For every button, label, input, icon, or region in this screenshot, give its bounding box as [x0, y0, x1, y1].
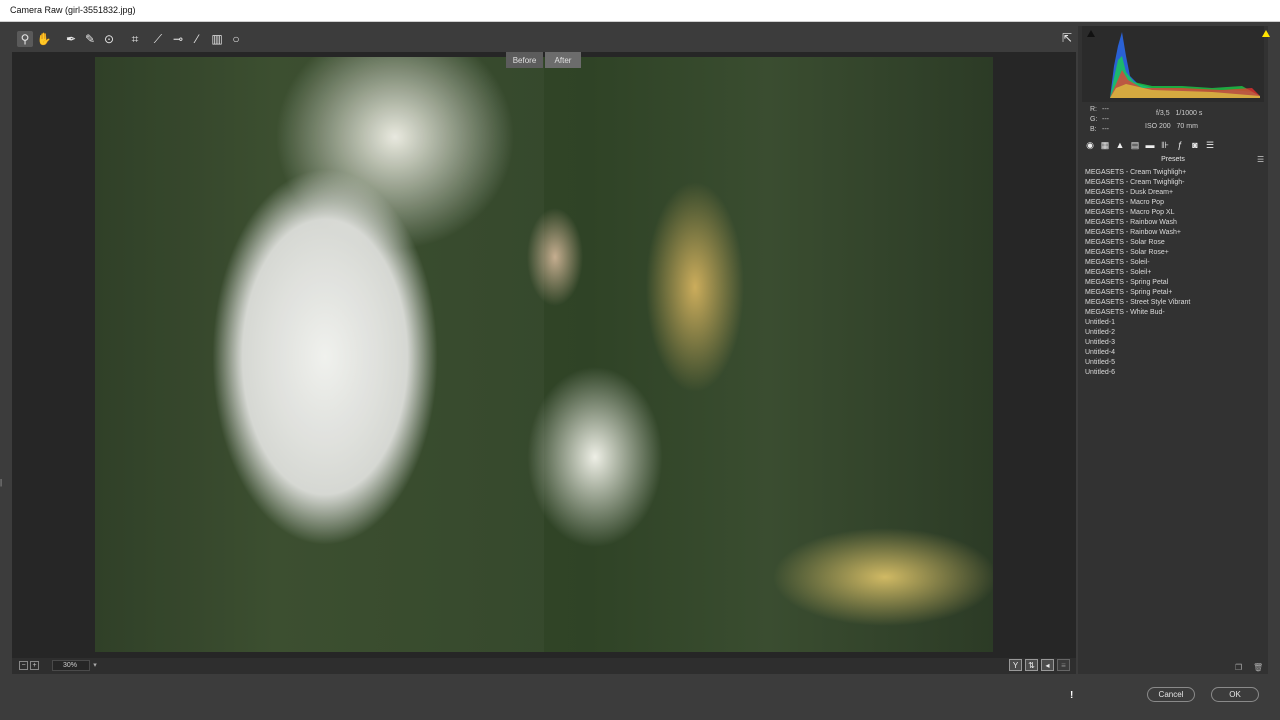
export-icon[interactable]: ⇱ — [1059, 30, 1075, 46]
r-label: R: — [1090, 106, 1097, 113]
g-label: G: — [1090, 116, 1098, 123]
exif-row-2: ISO 200 70 mm — [1145, 123, 1198, 130]
focal-value: 70 mm — [1176, 123, 1198, 130]
preset-item[interactable]: Untitled-3 — [1085, 338, 1265, 348]
warning-icon[interactable]: ! — [1070, 690, 1073, 701]
histogram-graph — [1110, 32, 1260, 98]
preset-item[interactable]: Untitled-6 — [1085, 368, 1265, 378]
split-toning-icon[interactable]: ▬ — [1144, 139, 1156, 151]
eyedropper-icon[interactable]: ✒ — [63, 31, 79, 47]
aperture-icon[interactable]: ◉ — [1084, 139, 1096, 151]
before-after-toggle-button[interactable]: Y — [1009, 659, 1022, 671]
panel-tabs: ◉ ▦ ▲ ▤ ▬ ⊪ ƒ ◙ ☰ — [1084, 139, 1216, 153]
preset-item[interactable]: MEGASETS - Macro Pop XL — [1085, 208, 1265, 218]
preset-item[interactable]: MEGASETS - Solar Rose+ — [1085, 248, 1265, 258]
preset-item[interactable]: MEGASETS - Solar Rose — [1085, 238, 1265, 248]
presets-icon[interactable]: ☰ — [1204, 139, 1216, 151]
detail-icon[interactable]: ▲ — [1114, 139, 1126, 151]
preset-item[interactable]: Untitled-2 — [1085, 328, 1265, 338]
preset-item[interactable]: MEGASETS - Spring Petal — [1085, 278, 1265, 288]
brush-icon[interactable]: ⁄ — [189, 31, 205, 47]
preset-item[interactable]: MEGASETS - White Bud- — [1085, 308, 1265, 318]
radial-filter-icon[interactable]: ○ — [228, 31, 244, 47]
r-value: --- — [1102, 106, 1109, 113]
right-panel: R: --- G: --- B: --- f/3,5 1/1000 s ISO 200… — [1078, 26, 1270, 674]
zoom-in-button[interactable]: + — [30, 661, 39, 670]
crop-icon[interactable]: ⌗ — [127, 31, 143, 47]
hand-icon[interactable]: ✋ — [36, 31, 52, 47]
preset-item[interactable]: Untitled-4 — [1085, 348, 1265, 358]
g-value: --- — [1102, 116, 1109, 123]
preset-item[interactable]: MEGASETS - Rainbow Wash — [1085, 218, 1265, 228]
toolbar: ⇱ ⚲ ✋ ✒ ✎ ⊙ ⌗ ⟋ ⊸ ⁄ ▥ ○ — [12, 28, 1076, 50]
preset-item[interactable]: MEGASETS - Soleil- — [1085, 258, 1265, 268]
rgb-readout: R: --- G: --- B: --- — [1090, 105, 1114, 135]
target-adjust-icon[interactable]: ⊙ — [101, 31, 117, 47]
zoom-level[interactable]: 30% — [52, 660, 90, 671]
fx-icon[interactable]: ƒ — [1174, 139, 1186, 151]
trash-icon[interactable]: 🗑 — [1253, 663, 1263, 672]
swap-settings-button[interactable]: ⇅ — [1025, 659, 1038, 671]
panel-footer: ❐ 🗑 — [1078, 662, 1268, 674]
preview-photo[interactable] — [95, 57, 993, 652]
preset-item[interactable]: Untitled-5 — [1085, 358, 1265, 368]
highlight-clipping-icon[interactable] — [1262, 30, 1270, 37]
shutter-value: 1/1000 s — [1175, 110, 1203, 117]
presets-menu-icon[interactable]: ☰ — [1257, 155, 1264, 164]
spot-removal-icon[interactable]: ⊸ — [170, 31, 186, 47]
preset-item[interactable]: Untitled-1 — [1085, 318, 1265, 328]
image-viewer: ! — [12, 52, 1076, 701]
b-label: B: — [1090, 126, 1097, 133]
preset-item[interactable]: MEGASETS - Cream Twighligh- — [1085, 178, 1265, 188]
aperture-value: f/3,5 — [1156, 110, 1170, 117]
cancel-button[interactable]: Cancel — [1147, 687, 1195, 702]
left-edge-marker: | — [0, 478, 3, 487]
preset-item[interactable]: MEGASETS - Street Style Vibrant — [1085, 298, 1265, 308]
exif-row-1: f/3,5 1/1000 s — [1156, 110, 1202, 117]
b-value: --- — [1102, 126, 1109, 133]
color-sampler-icon[interactable]: ✎ — [82, 31, 98, 47]
ok-button[interactable]: OK — [1211, 687, 1259, 702]
presets-title: Presets — [1161, 156, 1185, 163]
title-bar: Camera Raw (girl-3551832.jpg) — [0, 0, 1280, 22]
after-button[interactable]: After — [545, 52, 581, 68]
iso-value: ISO 200 — [1145, 123, 1171, 130]
zoom-out-button[interactable]: − — [19, 661, 28, 670]
chevron-down-icon[interactable]: ▾ — [90, 660, 100, 671]
toggle-settings-button[interactable]: ≡ — [1057, 659, 1070, 671]
window-title: Camera Raw (girl-3551832.jpg) — [10, 5, 136, 15]
preset-list: MEGASETS - Cream Twighligh+ MEGASETS - Cr… — [1085, 168, 1265, 378]
straighten-icon[interactable]: ⟋ — [150, 31, 166, 47]
preset-item[interactable]: MEGASETS - Dusk Dream+ — [1085, 188, 1265, 198]
camera-icon[interactable]: ◙ — [1189, 139, 1201, 151]
shadow-clipping-icon[interactable] — [1087, 30, 1095, 37]
hsl-icon[interactable]: ▤ — [1129, 139, 1141, 151]
before-button[interactable]: Before — [506, 52, 543, 68]
preset-item[interactable]: MEGASETS - Soleil+ — [1085, 268, 1265, 278]
copy-settings-button[interactable]: ◂ — [1041, 659, 1054, 671]
before-half — [95, 57, 544, 652]
new-preset-icon[interactable]: ❐ — [1235, 663, 1242, 672]
tone-curve-icon[interactable]: ▦ — [1099, 139, 1111, 151]
magnifier-icon[interactable]: ⚲ — [17, 31, 33, 47]
graduated-filter-icon[interactable]: ▥ — [209, 31, 225, 47]
preset-item[interactable]: MEGASETS - Spring Petal+ — [1085, 288, 1265, 298]
preset-item[interactable]: MEGASETS - Macro Pop — [1085, 198, 1265, 208]
bottom-bar: − + 30% ▾ Y ⇅ ◂ ≡ — [12, 658, 1076, 674]
histogram — [1082, 26, 1270, 102]
preset-item[interactable]: MEGASETS - Cream Twighligh+ — [1085, 168, 1265, 178]
lens-icon[interactable]: ⊪ — [1159, 139, 1171, 151]
preset-item[interactable]: MEGASETS - Rainbow Wash+ — [1085, 228, 1265, 238]
